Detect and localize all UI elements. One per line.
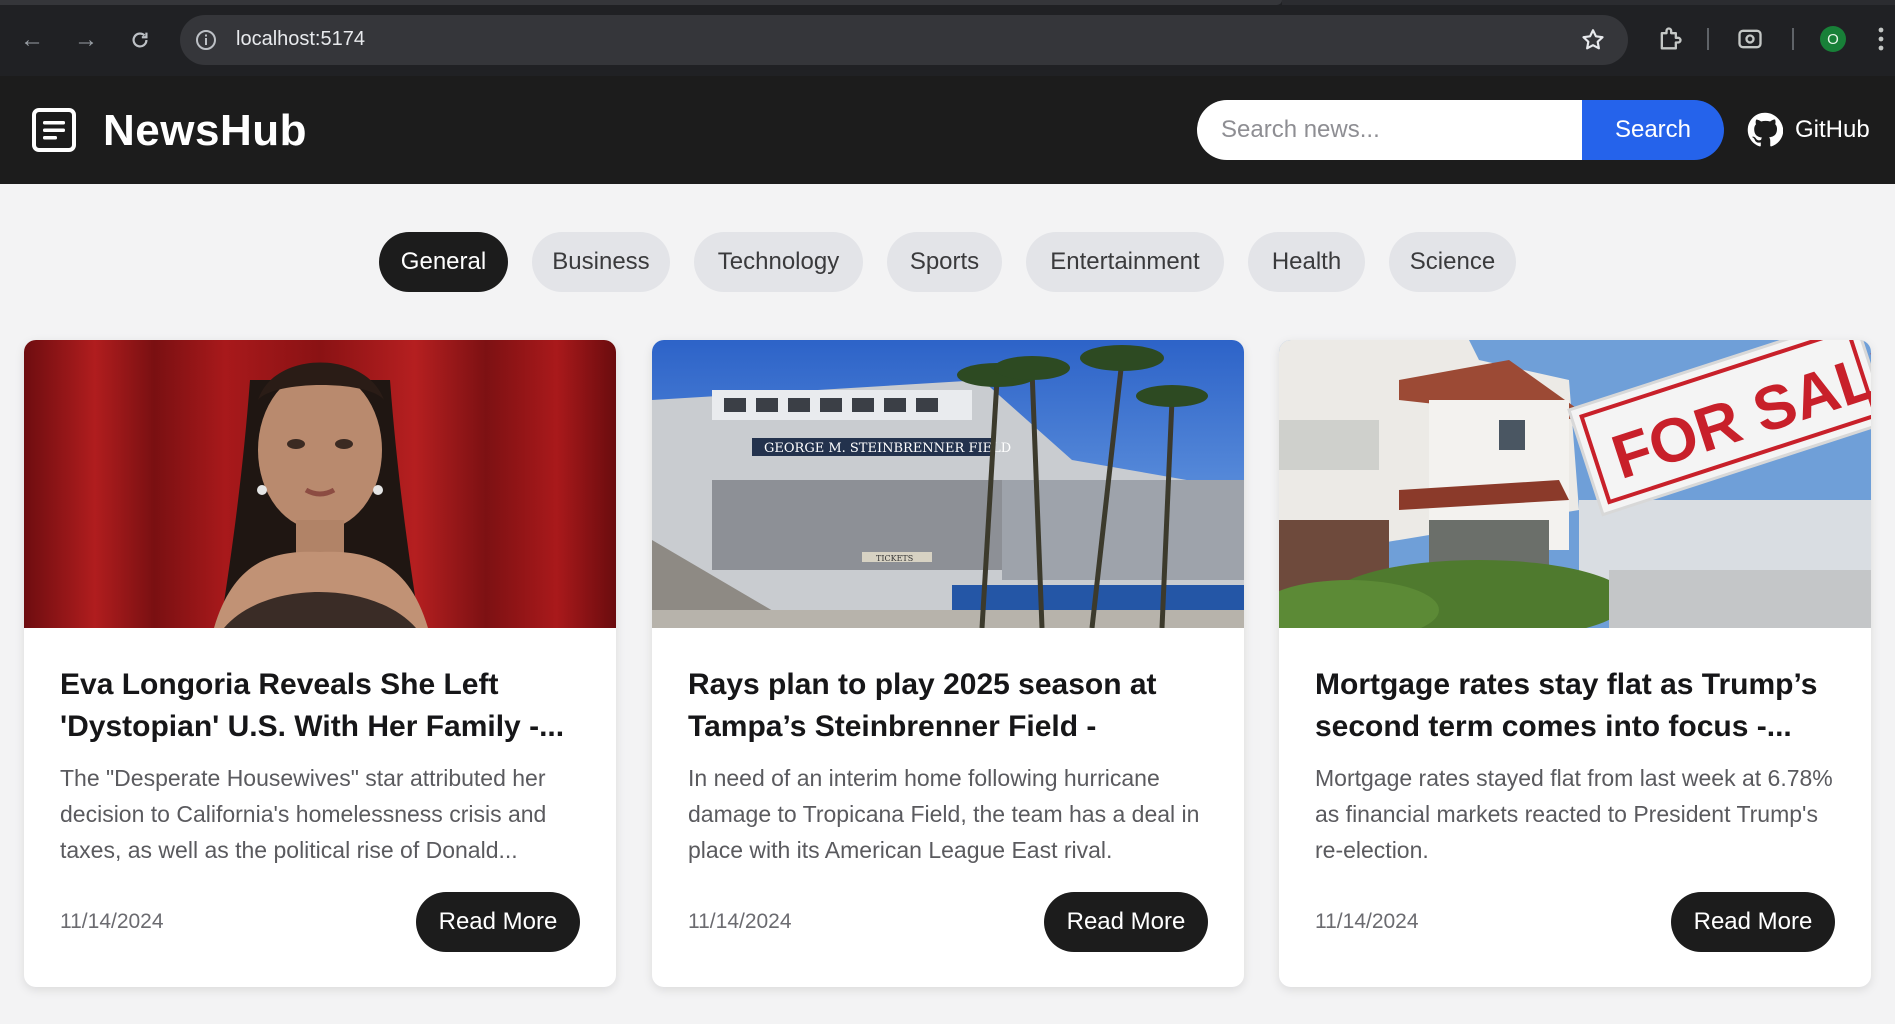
search-form: Search	[1197, 100, 1724, 160]
address-bar[interactable]: localhost:5174	[180, 15, 1628, 65]
news-card: GEORGE M. STEINBRENNER FIELD TICKETS Ray…	[652, 340, 1244, 987]
article-description: In need of an interim home following hur…	[688, 765, 1200, 863]
tickets-sign-text: TICKETS	[876, 554, 913, 563]
bookmark-star-icon[interactable]	[1580, 27, 1606, 53]
article-title[interactable]: Mortgage rates stay flat as Trump’s seco…	[1315, 664, 1845, 748]
read-more-button[interactable]: Read More	[1671, 892, 1835, 952]
news-card: FOR SALE Mortgage rates stay flat as Tru…	[1279, 340, 1871, 987]
article-description: Mortgage rates stayed flat from last wee…	[1315, 765, 1833, 863]
github-icon	[1747, 112, 1783, 147]
forward-arrow-icon[interactable]: →	[68, 22, 104, 58]
read-more-button[interactable]: Read More	[1044, 892, 1208, 952]
article-image[interactable]	[24, 340, 616, 628]
tab-strip	[0, 0, 1895, 5]
article-date: 11/14/2024	[688, 910, 792, 933]
article-description: The "Desperate Housewives" star attribut…	[60, 765, 547, 863]
category-technology[interactable]: Technology	[694, 232, 863, 292]
category-general[interactable]: General	[379, 232, 508, 292]
category-sports[interactable]: Sports	[887, 232, 1002, 292]
category-science[interactable]: Science	[1389, 232, 1516, 292]
article-title[interactable]: Eva Longoria Reveals She Left 'Dystopian…	[60, 664, 590, 748]
news-card: Eva Longoria Reveals She Left 'Dystopian…	[24, 340, 616, 987]
toolbar-divider	[1792, 28, 1794, 50]
back-arrow-icon[interactable]: ←	[14, 22, 50, 58]
newspaper-logo-icon	[32, 108, 76, 152]
browser-menu-icon[interactable]	[1876, 25, 1886, 53]
stadium-sign-text: GEORGE M. STEINBRENNER FIELD	[764, 441, 1011, 456]
github-link[interactable]: GitHub	[1747, 112, 1870, 148]
category-entertainment[interactable]: Entertainment	[1026, 232, 1224, 292]
search-input[interactable]	[1197, 100, 1582, 160]
brand-name[interactable]: NewsHub	[103, 106, 307, 156]
screenshot-lens-icon[interactable]	[1736, 25, 1764, 53]
article-title[interactable]: Rays plan to play 2025 season at Tampa’s…	[688, 664, 1218, 748]
article-date: 11/14/2024	[60, 910, 164, 933]
article-image[interactable]: GEORGE M. STEINBRENNER FIELD TICKETS	[652, 340, 1244, 628]
app-header: NewsHub Search GitHub	[0, 76, 1895, 184]
category-nav: General Business Technology Sports Enter…	[0, 232, 1895, 292]
search-button[interactable]: Search	[1582, 100, 1724, 160]
extensions-puzzle-icon[interactable]	[1656, 25, 1684, 53]
reload-icon[interactable]	[122, 22, 158, 58]
toolbar-divider	[1707, 28, 1709, 50]
article-date: 11/14/2024	[1315, 910, 1419, 933]
profile-avatar[interactable]: O	[1820, 26, 1846, 52]
github-label[interactable]: GitHub	[1795, 116, 1870, 144]
site-info-icon[interactable]	[194, 28, 218, 52]
address-url[interactable]: localhost:5174	[236, 28, 365, 51]
category-business[interactable]: Business	[532, 232, 670, 292]
read-more-button[interactable]: Read More	[416, 892, 580, 952]
category-health[interactable]: Health	[1248, 232, 1365, 292]
article-image[interactable]: FOR SALE	[1279, 340, 1871, 628]
browser-toolbar: ← → localhost:5174 O	[0, 0, 1895, 76]
